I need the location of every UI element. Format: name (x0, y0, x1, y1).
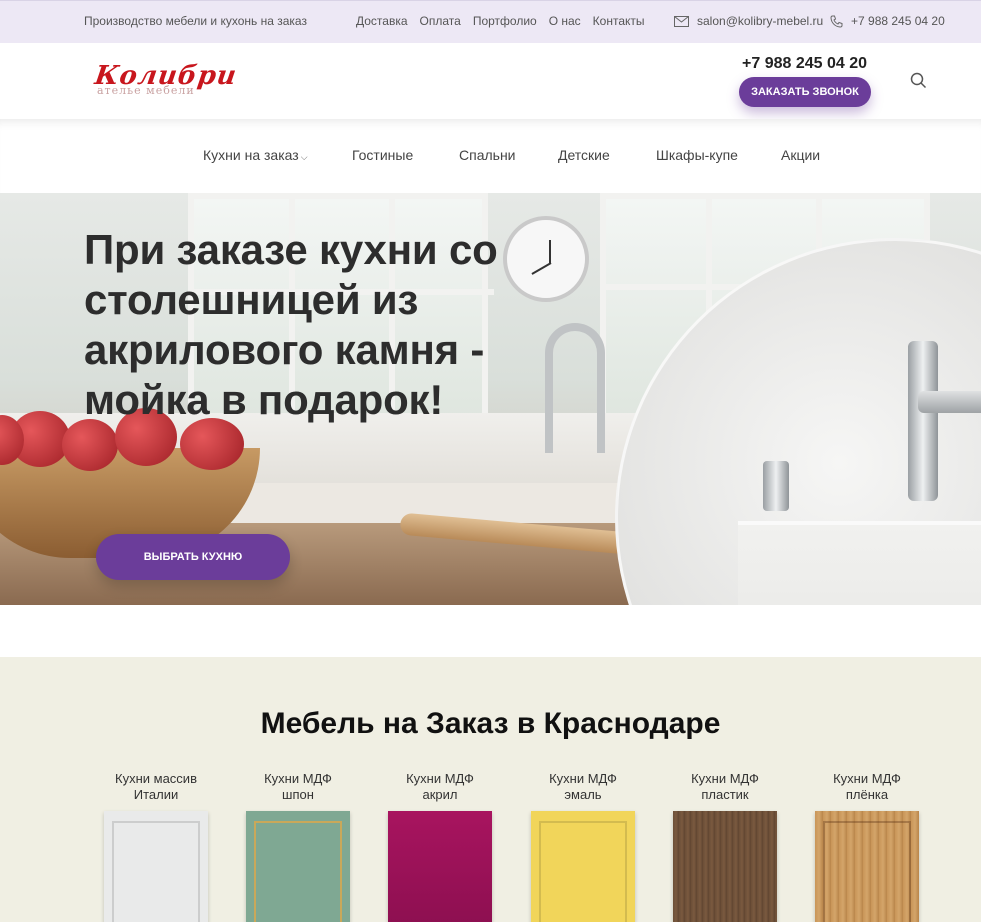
card-label: Кухни МДФ шпон (264, 771, 332, 802)
card-mdf-acrylic[interactable]: Кухни МДФ акрил (388, 771, 492, 922)
nav-kitchens-label: Кухни на заказ (203, 147, 299, 163)
email-text: salon@kolibry-mebel.ru (697, 14, 824, 28)
nav-wardrobes[interactable]: Шкафы-купе (656, 147, 738, 163)
callback-button[interactable]: ЗАКАЗАТЬ ЗВОНОК (739, 77, 871, 107)
header: Колибри ателье мебели +7 988 245 04 20 З… (0, 43, 981, 119)
card-image (246, 811, 350, 922)
top-nav-payment[interactable]: Оплата (420, 14, 461, 28)
card-image (104, 811, 208, 922)
card-solid-wood-italy[interactable]: Кухни массив Италии (104, 771, 208, 922)
card-image (673, 811, 777, 922)
hero-title: При заказе кухни со столешницей из акрил… (84, 226, 498, 423)
choose-kitchen-button[interactable]: ВЫБРАТЬ КУХНЮ (96, 534, 290, 580)
card-mdf-enamel[interactable]: Кухни МДФ эмаль (531, 771, 635, 922)
top-nav-about[interactable]: О нас (549, 14, 581, 28)
card-label: Кухни массив Италии (115, 771, 197, 802)
chevron-down-icon: ⌵ (300, 152, 308, 162)
nav-bedrooms[interactable]: Спальни (459, 147, 516, 163)
nav-promotions[interactable]: Акции (781, 147, 820, 163)
logo[interactable]: Колибри ателье мебели (93, 61, 239, 101)
envelope-icon (674, 15, 689, 27)
hero-banner: При заказе кухни со столешницей из акрил… (0, 193, 981, 605)
card-image (815, 811, 919, 922)
top-nav-delivery[interactable]: Доставка (356, 14, 408, 28)
card-mdf-film[interactable]: Кухни МДФ плёнка (815, 771, 919, 922)
card-image (531, 811, 635, 922)
top-phone-link[interactable]: +7 988 245 04 20 (830, 14, 945, 28)
logo-subtitle: ателье мебели (97, 84, 195, 97)
phone-icon (830, 15, 843, 28)
top-phone-text: +7 988 245 04 20 (851, 14, 945, 28)
top-nav-contacts[interactable]: Контакты (593, 14, 645, 28)
card-label: Кухни МДФ эмаль (549, 771, 617, 802)
card-label: Кухни МДФ пластик (691, 771, 759, 802)
nav-living-rooms[interactable]: Гостиные (352, 147, 413, 163)
search-icon[interactable] (910, 72, 927, 89)
catalog-title: Мебель на Заказ в Краснодаре (260, 707, 721, 740)
header-phone[interactable]: +7 988 245 04 20 (742, 55, 867, 73)
card-mdf-veneer[interactable]: Кухни МДФ шпон (246, 771, 350, 922)
email-link[interactable]: salon@kolibry-mebel.ru (674, 14, 823, 28)
tagline: Производство мебели и кухонь на заказ (84, 14, 307, 28)
card-label: Кухни МДФ акрил (406, 771, 474, 802)
card-label: Кухни МДФ плёнка (833, 771, 901, 802)
top-nav: Доставка Оплата Портфолио О нас Контакты (356, 14, 645, 28)
card-mdf-plastic[interactable]: Кухни МДФ пластик (673, 771, 777, 922)
main-nav: Кухни на заказ ⌵ Гостиные Спальни Детские… (0, 119, 981, 193)
catalog-section: Мебель на Заказ в Краснодаре Кухни масси… (0, 657, 981, 922)
top-bar: Производство мебели и кухонь на заказ До… (0, 0, 981, 43)
nav-kids[interactable]: Детские (558, 147, 610, 163)
card-image (388, 811, 492, 922)
nav-kitchens[interactable]: Кухни на заказ ⌵ (203, 147, 308, 163)
top-nav-portfolio[interactable]: Портфолио (473, 14, 537, 28)
